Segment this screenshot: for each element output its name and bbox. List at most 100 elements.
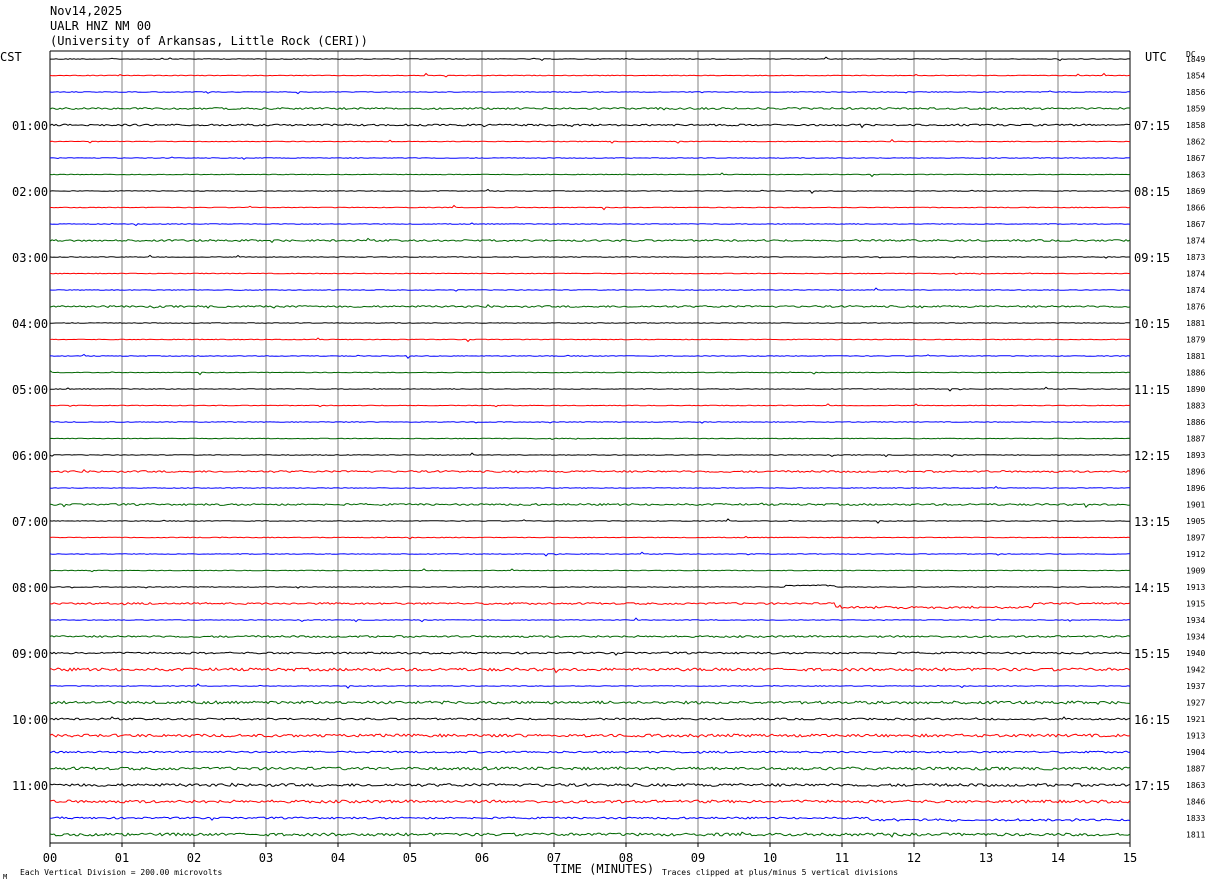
x-tick-label: 11	[835, 851, 849, 865]
trace-row	[49, 403, 1131, 408]
trace-row	[49, 700, 1131, 706]
trace-row	[49, 452, 1131, 458]
dc-value: 1896	[1186, 484, 1205, 493]
trace-row	[49, 322, 1131, 324]
utc-hour-labels: 07:15 08:15 09:15 10:15 11:15 12:15 13:15 14:15…	[1134, 119, 1170, 793]
dc-value: 1867	[1186, 220, 1205, 229]
trace-row	[49, 337, 1131, 343]
utc-hour-label: 09:15	[1134, 251, 1170, 265]
trace-row	[49, 782, 1131, 788]
trace-row	[49, 799, 1131, 804]
trace-row	[50, 353, 1131, 359]
trace-row	[49, 634, 1131, 639]
x-tick-label: 02	[187, 851, 201, 865]
dc-value: 1811	[1186, 831, 1205, 840]
trace-row	[49, 518, 1130, 524]
dc-value: 1886	[1186, 369, 1205, 378]
dc-value: 1879	[1186, 336, 1205, 345]
trace-row	[49, 303, 1131, 309]
trace-row	[49, 123, 1131, 129]
dc-value: 1937	[1186, 682, 1205, 691]
x-tick-label: 06	[475, 851, 489, 865]
seismic-traces	[49, 56, 1131, 838]
trace-row	[49, 370, 1131, 376]
trace-row	[50, 204, 1131, 211]
dc-value: 1846	[1186, 798, 1205, 807]
dc-value: 1874	[1186, 286, 1205, 295]
trace-row	[49, 237, 1131, 244]
dc-value: 1905	[1186, 517, 1205, 526]
cst-hour-label: 07:00	[12, 515, 48, 529]
cst-hour-label: 04:00	[12, 317, 48, 331]
dc-value: 1893	[1186, 451, 1205, 460]
x-tick-label: 15	[1123, 851, 1137, 865]
dc-offset-labels: 1849 1854 1856 1859 1858 1862 1867 1863 1869 1866…	[1186, 55, 1205, 840]
x-tick-label: 03	[259, 851, 273, 865]
cst-hour-label: 05:00	[12, 383, 48, 397]
dc-value: 1874	[1186, 270, 1205, 279]
dc-value: 1942	[1186, 666, 1205, 675]
dc-value: 1859	[1186, 105, 1205, 114]
dc-value: 1934	[1186, 616, 1205, 625]
trace-row	[49, 485, 1131, 489]
trace-row	[49, 254, 1130, 259]
dc-value: 1896	[1186, 468, 1205, 477]
trace-row	[49, 733, 1131, 738]
dc-value: 1849	[1186, 55, 1205, 64]
trace-row	[49, 188, 1131, 194]
trace-row	[49, 437, 1131, 440]
utc-hour-label: 13:15	[1134, 515, 1170, 529]
trace-row	[49, 816, 1131, 822]
dc-value: 1940	[1186, 649, 1205, 658]
dc-value: 1854	[1186, 72, 1205, 81]
left-timezone-label: CST	[0, 50, 22, 64]
trace-row	[49, 667, 1131, 674]
trace-row	[49, 584, 1131, 589]
cst-hour-labels: 01:00 02:00 03:00 04:00 05:00 06:00 07:00 08:00…	[12, 119, 48, 793]
trace-row	[49, 272, 1131, 275]
x-tick-label: 09	[691, 851, 705, 865]
trace-row	[49, 750, 1131, 754]
utc-hour-label: 12:15	[1134, 449, 1170, 463]
trace-row	[50, 386, 1131, 392]
trace-row	[49, 90, 1130, 95]
dc-value: 1866	[1186, 204, 1205, 213]
trace-row	[49, 551, 1131, 557]
dc-value: 1856	[1186, 88, 1205, 97]
x-tick-label: 12	[907, 851, 921, 865]
dc-value: 1883	[1186, 402, 1205, 411]
cst-hour-label: 01:00	[12, 119, 48, 133]
dc-value: 1901	[1186, 501, 1205, 510]
dc-value: 1881	[1186, 352, 1205, 361]
trace-row	[49, 72, 1131, 78]
dc-value: 1904	[1186, 748, 1205, 757]
corner-mark: M	[3, 873, 7, 881]
dc-value: 1887	[1186, 435, 1205, 444]
trace-row	[50, 56, 1131, 62]
utc-hour-label: 11:15	[1134, 383, 1170, 397]
dc-value: 1863	[1186, 171, 1205, 180]
trace-row	[49, 138, 1131, 144]
utc-hour-label: 10:15	[1134, 317, 1170, 331]
cst-hour-label: 03:00	[12, 251, 48, 265]
trace-row	[50, 617, 1130, 623]
dc-value: 1927	[1186, 699, 1205, 708]
dc-value: 1934	[1186, 633, 1205, 642]
x-tick-label: 13	[979, 851, 993, 865]
cst-hour-label: 11:00	[12, 779, 48, 793]
dc-value: 1867	[1186, 154, 1205, 163]
dc-value: 1873	[1186, 253, 1205, 262]
x-tick-label: 10	[763, 851, 777, 865]
trace-row	[49, 651, 1131, 656]
utc-hour-label: 16:15	[1134, 713, 1170, 727]
dc-value: 1858	[1186, 121, 1205, 130]
trace-row	[49, 172, 1131, 178]
dc-value: 1881	[1186, 319, 1205, 328]
dc-value: 1869	[1186, 187, 1205, 196]
x-tick-label: 14	[1051, 851, 1065, 865]
trace-row	[49, 831, 1131, 838]
trace-row	[49, 287, 1131, 292]
utc-hour-label: 17:15	[1134, 779, 1170, 793]
dc-value: 1897	[1186, 534, 1205, 543]
cst-hour-label: 06:00	[12, 449, 48, 463]
